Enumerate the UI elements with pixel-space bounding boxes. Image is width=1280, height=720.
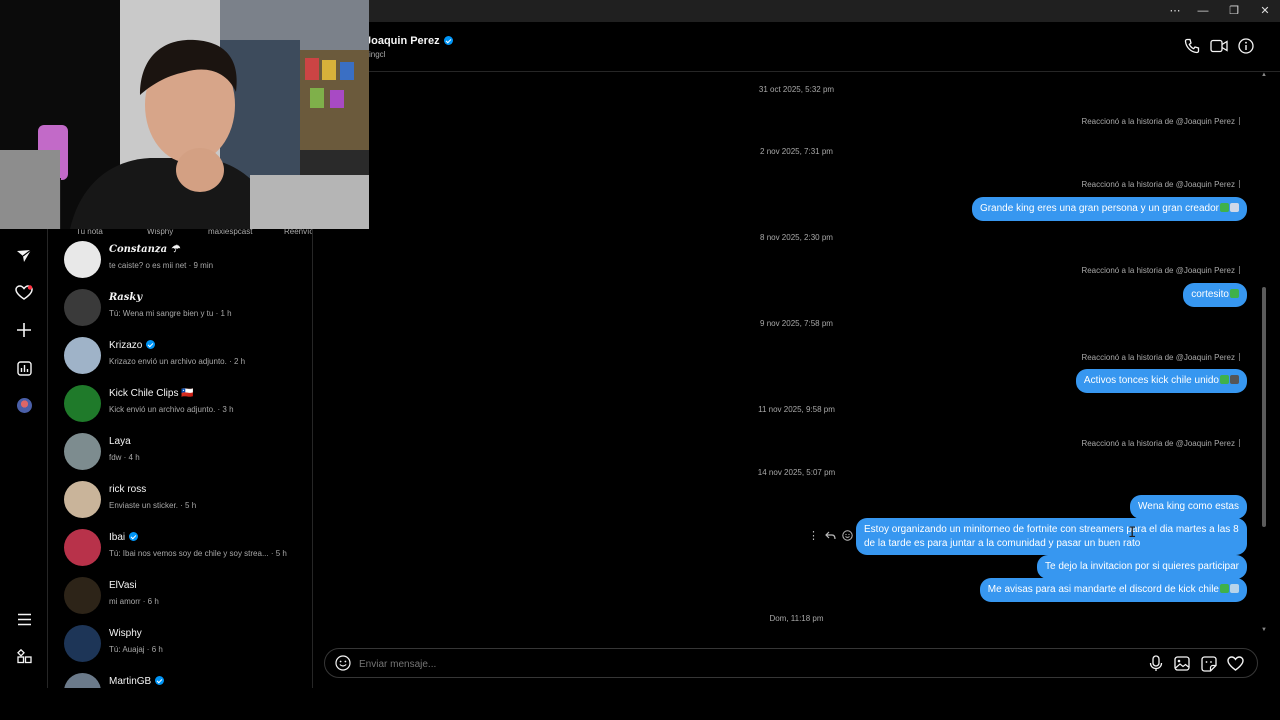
verified-badge-icon [146,340,156,349]
avatar [64,673,101,688]
verified-badge-icon [129,532,139,541]
thread-name: MartinGB [109,676,165,687]
thread-preview: Tú: Ibai nos vemos soy de chile y soy st… [109,549,287,558]
more-options-icon[interactable]: ⋮ [808,529,819,542]
create-plus-icon[interactable] [12,318,36,342]
thread-name: 𝑪𝒐𝒏𝒔𝒕𝒂𝒏𝒛𝒂 ☂ [109,244,180,255]
chat-thread-item[interactable]: Kick Chile Clips 🇨🇱 Kick envió un archivo… [48,381,312,429]
thread-preview: Enviaste un sticker. · 5 h [109,501,197,510]
profile-avatar[interactable] [12,393,36,417]
message-bubble[interactable]: Activos tonces kick chile unido [1075,369,1247,393]
message-composer [324,648,1258,678]
chat-thread-item[interactable]: 𝑪𝒐𝒏𝒔𝒕𝒂𝒏𝒛𝒂 ☂ te caiste? o es mii net · 9 m… [48,237,312,285]
story-reaction-note: Reaccionó a la historia de @Joaquin Pere… [1081,117,1240,126]
timestamp: 31 oct 2025, 5:32 pm [758,85,835,94]
avatar [64,577,101,614]
conversation-pane: Joaquin Perez kingcl 31 oct 2025, 5:32 p… [313,22,1280,688]
thread-preview: Tú: Wena mi sangre bien y tu · 1 h [109,309,232,318]
phone-call-icon[interactable] [1184,38,1200,59]
timestamp: 14 nov 2025, 5:07 pm [757,468,836,477]
like-heart-icon[interactable] [1227,656,1244,671]
verified-badge-icon [443,36,453,45]
conversation-info-icon[interactable] [1238,38,1254,59]
timestamp: 9 nov 2025, 7:58 pm [760,319,833,328]
chat-thread-item[interactable]: Krizazo Krizazo envió un archivo adjunto.… [48,333,312,381]
scrollbar[interactable]: ▲ ▼ [1259,72,1269,638]
thread-name: rick ross [109,484,147,495]
video-call-icon[interactable] [1210,39,1228,58]
message-input[interactable] [359,656,1119,672]
chat-thread-item[interactable]: MartinGB [48,669,312,688]
text-cursor-icon: I [1128,525,1137,541]
story-reaction-note: Reaccionó a la historia de @Joaquin Pere… [1081,266,1240,275]
dashboard-icon[interactable] [12,356,36,380]
messages-icon[interactable] [12,244,36,268]
thread-preview: mi amorr · 6 h [109,597,159,606]
thread-preview: Krizazo envió un archivo adjunto. · 2 h [109,357,246,366]
avatar [64,289,101,326]
avatar [64,241,101,278]
message-actions: ⋮ [808,529,853,542]
avatar [64,529,101,566]
chat-thread-item[interactable]: Wisphy Tú: Auajaj · 6 h [48,621,312,669]
chat-thread-item[interactable]: rick ross Enviaste un sticker. · 5 h [48,477,312,525]
avatar [64,625,101,662]
thread-preview: Kick envió un archivo adjunto. · 3 h [109,405,234,414]
microphone-icon[interactable] [1149,655,1163,672]
thread-name: 𝑹𝒂𝒔𝒌𝒚 [109,292,143,303]
webcam-overlay [0,0,369,229]
contact-name[interactable]: Joaquin Perez [365,35,453,47]
minimize-button[interactable]: — [1188,0,1218,22]
scrollbar-thumb[interactable] [1262,287,1266,527]
avatar [64,337,101,374]
verified-badge-icon [155,676,165,685]
thread-preview: Tú: Auajaj · 6 h [109,645,163,654]
reply-icon[interactable] [825,531,836,541]
message-bubble[interactable]: Wena king como estas [1130,495,1247,519]
chat-thread-item[interactable]: Laya fdw · 4 h [48,429,312,477]
message-bubble[interactable]: cortesito [1183,283,1247,307]
chat-thread-item[interactable]: ElVasi mi amorr · 6 h [48,573,312,621]
timestamp: 8 nov 2025, 2:30 pm [760,233,833,242]
window-menu-button[interactable]: ⋯ [1160,0,1190,22]
timestamp: Dom, 11:18 pm [769,614,824,623]
notifications-heart-icon[interactable] [12,281,36,305]
emoji-picker-icon[interactable] [335,655,351,671]
message-bubble[interactable]: Me avisas para asi mandarte el discord d… [979,578,1247,602]
image-upload-icon[interactable] [1174,656,1190,671]
thread-preview: te caiste? o es mii net · 9 min [109,261,214,270]
chat-thread-item[interactable]: 𝑹𝒂𝒔𝒌𝒚 Tú: Wena mi sangre bien y tu · 1 h [48,285,312,333]
thread-preview: fdw · 4 h [109,453,140,462]
thread-name: Kick Chile Clips 🇨🇱 [109,388,194,399]
maximize-button[interactable]: ❐ [1219,0,1249,22]
emoji-react-icon[interactable] [842,530,853,541]
streamer-webcam-image [0,0,369,229]
story-reaction-note: Reaccionó a la historia de @Joaquin Pere… [1081,180,1240,189]
more-apps-icon[interactable] [12,644,36,668]
thread-name: Wisphy [109,628,142,639]
thread-name: ElVasi [109,580,137,591]
message-bubble[interactable]: Estoy organizando un minitorneo de fortn… [856,518,1247,555]
thread-name: Krizazo [109,340,156,351]
menu-hamburger-icon[interactable] [12,607,36,631]
avatar [64,385,101,422]
close-window-button[interactable]: ✕ [1250,0,1280,22]
avatar [64,433,101,470]
conversation-header: Joaquin Perez kingcl [313,22,1280,72]
timestamp: 2 nov 2025, 7:31 pm [760,147,833,156]
message-bubble[interactable]: Grande king eres una gran persona y un g… [971,197,1247,221]
message-bubble[interactable]: Te dejo la invitacion por si quieres par… [1037,555,1247,579]
avatar [64,481,101,518]
story-reaction-note: Reaccionó a la historia de @Joaquin Pere… [1081,353,1240,362]
timestamp: 11 nov 2025, 9:58 pm [758,405,835,414]
thread-name: Ibai [109,532,139,543]
chat-thread-item[interactable]: Ibai Tú: Ibai nos vemos soy de chile y so… [48,525,312,573]
story-reaction-note: Reaccionó a la historia de @Joaquin Pere… [1081,439,1240,448]
sticker-icon[interactable] [1201,656,1217,672]
thread-name: Laya [109,436,131,447]
